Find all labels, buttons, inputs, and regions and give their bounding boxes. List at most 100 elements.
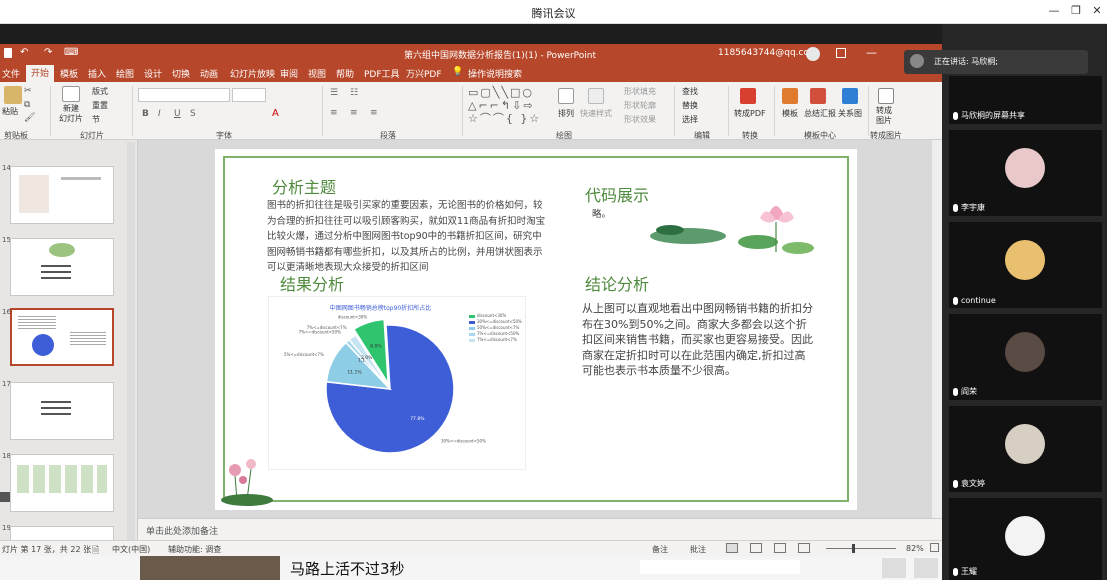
heading-conclusion[interactable]: 结论分析 [585, 271, 649, 295]
align-center-icon[interactable]: ≡ [350, 108, 358, 118]
participant-tile[interactable]: 袁文婷 [949, 406, 1102, 492]
thumbnail-slide[interactable] [10, 382, 114, 440]
quick-styles-icon[interactable] [588, 88, 604, 104]
to-image-button[interactable]: 转成 图片 [876, 106, 892, 126]
shape-fill-button[interactable]: 形状填充 [624, 86, 656, 97]
find-button[interactable]: 查找 [682, 86, 698, 97]
restore-icon[interactable]: ❐ [1068, 4, 1084, 20]
tab-home[interactable]: 开始 [26, 65, 55, 82]
summary-icon[interactable] [810, 88, 826, 104]
heading-result[interactable]: 结果分析 [280, 271, 344, 295]
template-icon[interactable] [782, 88, 798, 104]
tab-file[interactable]: 文件 [2, 67, 20, 80]
code-text[interactable]: 略。 [592, 207, 611, 223]
tab-slideshow[interactable]: 幻灯片放映 [230, 67, 275, 80]
thumbnail-slide[interactable] [10, 166, 114, 224]
conclusion-text[interactable]: 从上图可以直观地看出中图网畅销书籍的折扣分布在30%到50%之间。商家大多都会以… [582, 301, 814, 379]
media-icon[interactable] [914, 558, 938, 578]
zoom-level[interactable]: 82% [906, 544, 924, 553]
arrange-icon[interactable] [558, 88, 574, 104]
tab-template[interactable]: 模板 [60, 67, 78, 80]
close-icon[interactable]: ✕ [1089, 4, 1105, 20]
font-name-select[interactable] [138, 88, 230, 102]
account-email[interactable]: 1185643744@qq.com [718, 48, 818, 58]
accessibility-status[interactable]: 辅助功能: 调查 [168, 544, 221, 555]
quick-styles-button[interactable]: 快速样式 [580, 108, 612, 119]
heading-code[interactable]: 代码展示 [585, 182, 649, 206]
pdf-icon[interactable] [740, 88, 756, 104]
to-pdf-button[interactable]: 转成PDF [734, 108, 766, 119]
fit-slide-icon[interactable] [930, 543, 939, 552]
new-slide-button[interactable]: 新建 幻灯片 [56, 104, 86, 124]
zoom-slider-thumb[interactable] [852, 544, 855, 553]
normal-view-icon[interactable] [726, 543, 738, 553]
arrange-button[interactable]: 排列 [558, 108, 574, 119]
font-color-icon[interactable]: A [272, 108, 279, 119]
shapes-gallery[interactable]: ▭▢╲╲□○ △⌐⌐↰⇩⇨ ☆⌒⌒{ }☆ [468, 86, 548, 126]
tab-view[interactable]: 视图 [308, 67, 326, 80]
participant-tile[interactable]: 李宇康 [949, 130, 1102, 216]
tab-draw[interactable]: 绘图 [116, 67, 134, 80]
tab-pdf-tools[interactable]: PDF工具 [364, 67, 400, 80]
participant-tile[interactable]: continue [949, 222, 1102, 308]
minimize-ppt-icon[interactable]: — [866, 46, 877, 59]
tab-animations[interactable]: 动画 [200, 67, 218, 80]
reset-button[interactable]: 重置 [92, 100, 108, 111]
tab-wondershare-pdf[interactable]: 万兴PDF [406, 67, 442, 80]
tab-review[interactable]: 审阅 [280, 67, 298, 80]
lightbulb-icon[interactable]: 💡 [452, 67, 463, 77]
tab-design[interactable]: 设计 [144, 67, 162, 80]
align-right-icon[interactable]: ≡ [370, 108, 378, 118]
redo-icon[interactable]: ↷ [44, 47, 52, 58]
italic-icon[interactable]: I [158, 109, 161, 119]
tab-insert[interactable]: 插入 [88, 67, 106, 80]
save-icon[interactable] [4, 48, 12, 58]
copy-icon[interactable]: ⧉ [24, 100, 30, 110]
bold-icon[interactable]: B [142, 109, 149, 119]
slideshow-view-icon[interactable] [798, 543, 810, 553]
participant-tile[interactable]: 王耀 [949, 498, 1102, 580]
tab-transitions[interactable]: 切换 [172, 67, 190, 80]
select-button[interactable]: 选择 [682, 114, 698, 125]
section-button[interactable]: 节 [92, 114, 100, 125]
notes-pane[interactable]: 单击此处添加备注 [138, 518, 942, 540]
summary-button[interactable]: 总结汇报 [804, 108, 836, 119]
comments-button[interactable]: 批注 [690, 544, 706, 555]
sorter-view-icon[interactable] [750, 543, 762, 553]
reading-view-icon[interactable] [774, 543, 786, 553]
cut-icon[interactable]: ✂ [24, 86, 32, 96]
heading-topic[interactable]: 分析主题 [272, 174, 336, 198]
minimize-icon[interactable]: — [1046, 4, 1062, 20]
thumbnail-slide[interactable] [10, 238, 114, 296]
hamburger-icon[interactable] [0, 492, 10, 502]
notes-placeholder[interactable]: 单击此处添加备注 [146, 524, 218, 537]
notes-button[interactable]: 备注 [652, 544, 668, 555]
format-painter-icon[interactable]: 🖌 [24, 113, 35, 123]
undo-icon[interactable]: ↶ [20, 47, 28, 58]
editor-scrollbar[interactable] [932, 140, 942, 518]
relation-icon[interactable] [842, 88, 858, 104]
replace-button[interactable]: 替换 [682, 100, 698, 111]
ribbon-display-icon[interactable] [836, 48, 846, 58]
strikethrough-icon[interactable]: S [190, 109, 196, 119]
numbering-icon[interactable]: ☷ [350, 88, 358, 98]
thumbnail-scrollbar[interactable] [127, 142, 135, 540]
avatar[interactable] [806, 47, 820, 61]
shape-outline-button[interactable]: 形状轮廓 [624, 100, 656, 111]
participant-tile[interactable]: 阎荣 [949, 314, 1102, 400]
new-slide-icon[interactable] [62, 86, 80, 102]
underline-icon[interactable]: U [174, 109, 181, 119]
paste-label[interactable]: 粘贴 [2, 106, 18, 117]
shape-effect-button[interactable]: 形状效果 [624, 114, 656, 125]
image-convert-icon[interactable] [878, 88, 894, 104]
align-left-icon[interactable]: ≡ [330, 108, 338, 118]
media-icon[interactable] [882, 558, 906, 578]
topic-text[interactable]: 图书的折扣往往是吸引买家的重要因素，无论图书的价格如何，较为合理的折扣往往可以吸… [267, 198, 549, 276]
relation-button[interactable]: 关系图 [838, 108, 862, 119]
language-status[interactable]: 中文(中国) [112, 544, 150, 555]
quick-access-icon[interactable]: ⌨ [64, 47, 78, 58]
zoom-slider[interactable] [826, 548, 896, 549]
thumbnail-slide[interactable] [10, 454, 114, 512]
paste-icon[interactable] [4, 86, 22, 104]
tab-help[interactable]: 帮助 [336, 67, 354, 80]
